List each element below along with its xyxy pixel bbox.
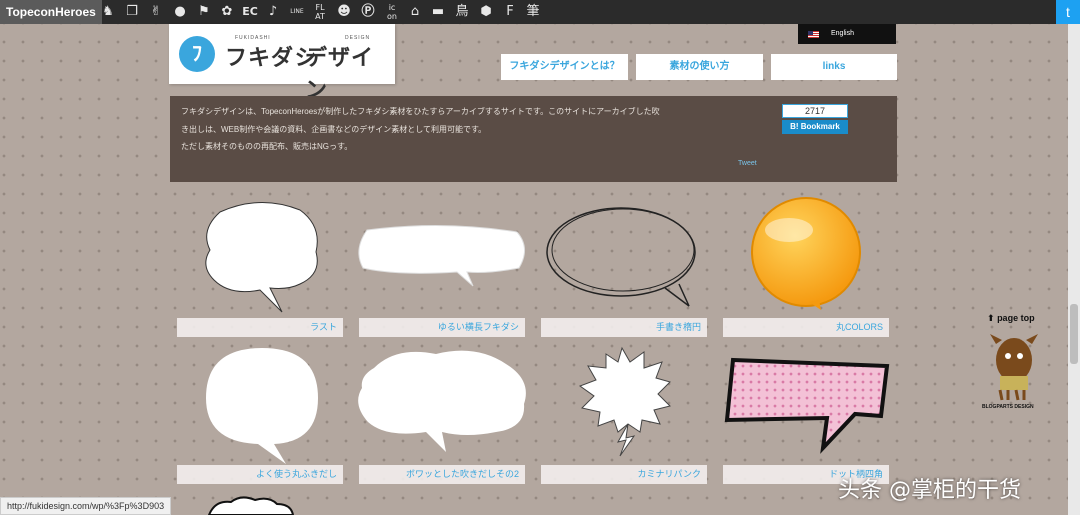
logo-kana-left: フキダシ <box>225 45 318 70</box>
logo-mark: ﾌ <box>179 36 215 72</box>
site-description: フキダシデザインは、TopeconHeroesが制作したフキダシ素材をひたすらア… <box>170 96 897 182</box>
page-top-label: page top <box>997 313 1035 323</box>
page-top-link[interactable]: ⬆ page top <box>987 313 1035 324</box>
language-label: English <box>831 30 854 37</box>
status-bar-url: http://fukidesign.com/wp/%3Fp%3D903 <box>0 497 172 515</box>
language-switch[interactable]: English <box>798 24 896 44</box>
nav-links[interactable]: links <box>771 54 897 80</box>
twitter-icon[interactable]: t <box>1056 0 1080 24</box>
copy-icon[interactable]: ❐ <box>123 3 141 21</box>
ec-text-icon[interactable]: EC <box>241 3 259 21</box>
bird-icon[interactable]: 鳥 <box>453 3 471 21</box>
bubble-loose-wide-image[interactable] <box>357 224 529 288</box>
watermark: 头条 @掌柜的干货 <box>838 478 1021 503</box>
speech-icon[interactable]: ● <box>171 3 189 21</box>
smile-icon[interactable]: ☻ <box>335 3 353 21</box>
kanji-icon[interactable]: 筆 <box>524 3 542 21</box>
brand-link[interactable]: TopeconHeroes <box>0 0 102 24</box>
card-label-thunder-punk[interactable]: カミナリパンク <box>541 465 707 484</box>
description-line: き出しは、WEB制作や会議の資料、企画書などのデザイン素材として利用可能です。 <box>181 125 487 134</box>
scrollbar-thumb[interactable] <box>1070 304 1078 364</box>
bed-icon[interactable]: ▬ <box>429 3 447 21</box>
card-label-hand-ellipse[interactable]: 手書き楕円 <box>541 318 707 337</box>
nav-usage[interactable]: 素材の使い方 <box>636 54 763 80</box>
bubble-thunder-punk-image[interactable] <box>578 346 672 458</box>
top-toolbar: TopeconHeroes ♞ ❐ ✌ ● ⚑ ✿ EC ♪ LINE FL A… <box>0 0 1080 24</box>
scrollbar[interactable] <box>1068 24 1080 515</box>
mascot-image[interactable] <box>988 330 1040 402</box>
bubble-dot-square-image[interactable] <box>723 354 891 454</box>
description-line: フキダシデザインは、TopeconHeroesが制作したフキダシ素材をひたすらア… <box>181 107 660 116</box>
bubble-last-image[interactable] <box>200 200 322 318</box>
arrow-up-icon: ⬆ <box>987 313 995 323</box>
parking-icon[interactable]: Ⓟ <box>359 3 377 21</box>
logo-kana-right: デザイン <box>305 45 375 102</box>
tweet-link[interactable]: Tweet <box>738 160 757 167</box>
note-icon[interactable]: ♪ <box>264 3 282 21</box>
nav-about[interactable]: フキダシデザインとは？ <box>501 54 628 80</box>
card-label-round-common[interactable]: よく使う丸ふきだし <box>177 465 343 484</box>
horse-icon[interactable]: ♞ <box>99 3 117 21</box>
card-label-puffy-2[interactable]: ボワッとした吹きだしその2 <box>359 465 525 484</box>
flower-icon[interactable]: ✿ <box>218 3 236 21</box>
hexagon-icon[interactable]: ⬢ <box>477 3 495 21</box>
bubble-cloud-partial-image[interactable] <box>205 496 295 515</box>
bubble-hand-ellipse-image[interactable] <box>543 204 703 308</box>
bookmark-count: 2717 <box>782 104 848 118</box>
person-icon[interactable]: ✌ <box>147 3 165 21</box>
bubble-round-common-image[interactable] <box>202 346 322 466</box>
blogparts-credit[interactable]: BLOGPARTS DESIGN <box>982 404 1034 410</box>
card-label-colors[interactable]: 丸COLORS <box>723 318 889 337</box>
hatena-bookmark-button[interactable]: B! Bookmark <box>782 120 848 134</box>
flat-text-icon[interactable]: FL AT <box>311 3 329 21</box>
bubble-puffy-2-image[interactable] <box>356 348 530 454</box>
site-logo[interactable]: ﾌ FUKIDASHI フキダシ DESIGN デザイン <box>169 24 395 102</box>
bubble-orange-circle-image[interactable] <box>749 197 863 314</box>
fuki-icon[interactable]: F <box>501 3 519 21</box>
icon-text-icon[interactable]: ic on <box>383 3 401 21</box>
us-flag-icon <box>808 31 819 38</box>
house-icon[interactable]: ⌂ <box>406 3 424 21</box>
description-line: ただし素材そのものの再配布、販売はNGっす。 <box>181 142 353 151</box>
line-text-icon[interactable]: LINE <box>286 3 308 21</box>
card-label-last[interactable]: ラスト <box>177 318 343 337</box>
flag-icon[interactable]: ⚑ <box>195 3 213 21</box>
card-label-loose-wide[interactable]: ゆるい横長フキダシ <box>359 318 525 337</box>
